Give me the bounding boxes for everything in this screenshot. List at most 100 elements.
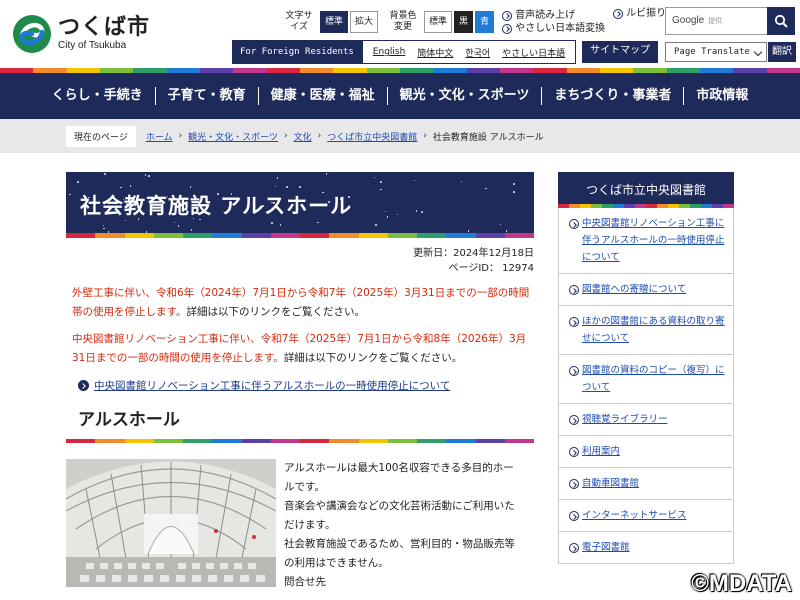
star-dot	[120, 186, 122, 189]
nav-city-info[interactable]: 市政情報	[683, 87, 760, 105]
nav-health[interactable]: 健康・医療・福祉	[257, 87, 387, 105]
updated-date: 更新日：2024年12月18日	[413, 248, 534, 259]
stripe-segment	[558, 204, 569, 208]
sidebar-item-interlibrary[interactable]: ほかの図書館にある資料の取り寄せについて	[559, 306, 733, 355]
stripe-segment	[358, 439, 388, 443]
lang-easy-japanese-link[interactable]: やさしい日本語	[502, 46, 565, 59]
star-dot	[129, 185, 132, 187]
bg-color-blue-button[interactable]: 青	[475, 11, 495, 33]
star-dot	[467, 230, 470, 232]
star-dot	[375, 224, 377, 226]
stripe-segment	[699, 68, 734, 73]
page-title: 社会教育施設 アルスホール	[80, 194, 353, 218]
nav-childcare[interactable]: 子育て・教育	[154, 87, 258, 105]
stripe-segment	[633, 68, 667, 73]
stripe-segment	[504, 233, 534, 238]
star-dot	[380, 188, 382, 191]
nav-tourism[interactable]: 観光・文化・スポーツ	[386, 87, 542, 105]
arrow-circle-icon	[502, 10, 513, 21]
sidebar-item-renovation[interactable]: 中央図書館リノベーション工事に伴うアルスホールの一時使用停止について	[559, 208, 733, 274]
renovation-link[interactable]: 中央図書館リノベーション工事に伴うアルスホールの一時使用停止について	[94, 378, 450, 393]
star-dot	[103, 227, 105, 230]
arrow-circle-icon	[569, 511, 579, 521]
sidebar-item-donation[interactable]: 図書館への寄贈について	[559, 274, 733, 306]
ruby-link[interactable]: ルビ振り	[613, 7, 666, 20]
stripe-segment	[701, 204, 712, 208]
star-dot	[499, 223, 502, 226]
star-dot	[396, 213, 399, 216]
stripe-segment	[183, 233, 213, 238]
sidebar-item-guide[interactable]: 利用案内	[559, 436, 733, 468]
desc-restriction: 社会教育施設であるため、営利目的・物品販売等の利用はできません。	[284, 538, 515, 569]
site-logo[interactable]: つくば市 City of Tsukuba	[12, 14, 150, 54]
star-dot	[421, 211, 423, 213]
breadcrumb-culture[interactable]: 文化	[294, 130, 312, 143]
text-size-large-button[interactable]: 拡大	[350, 11, 379, 33]
chevron-right-icon: ›	[423, 131, 427, 141]
star-dot	[148, 175, 150, 177]
arrow-circle-icon	[78, 380, 89, 391]
title-color-stripe	[66, 233, 534, 238]
bg-color-standard-button[interactable]: 標準	[424, 11, 453, 33]
bg-color-black-button[interactable]: 黒	[454, 11, 474, 33]
arrow-circle-icon	[569, 447, 579, 457]
search-button[interactable]	[767, 7, 795, 35]
sidebar-item-ebook[interactable]: 電子図書館	[559, 532, 733, 564]
stripe-segment	[153, 233, 183, 238]
lang-english-link[interactable]: English	[373, 47, 406, 57]
arrow-circle-icon	[569, 543, 579, 553]
sidebar-item-internet[interactable]: インターネットサービス	[559, 500, 733, 532]
breadcrumb: 現在のページ ホーム › 観光・文化・スポーツ › 文化 › つくば市立中央図書…	[0, 119, 800, 153]
page-meta: 更新日：2024年12月18日 ページID： 12974	[66, 246, 534, 276]
star-dot	[177, 225, 180, 227]
voice-reading-link[interactable]: 音声読み上げ	[502, 9, 605, 22]
hall-info: アルスホールは最大100名収容できる多目的ホールです。 音楽会や講演会などの文化…	[66, 459, 534, 592]
breadcrumb-tourism[interactable]: 観光・文化・スポーツ	[188, 130, 278, 143]
stripe-segment	[124, 233, 154, 238]
stripe-segment	[690, 204, 701, 208]
sidebar-item-bookmobile[interactable]: 自動車図書館	[559, 468, 733, 500]
sidebar-item-copy[interactable]: 図書館の資料のコピー（複写）について	[559, 355, 733, 404]
stripe-segment	[569, 204, 580, 208]
stripe-segment	[433, 68, 467, 73]
star-dot	[505, 230, 507, 232]
notice-exterior-work: 外壁工事に伴い、令和6年（2024年）7月1日から令和7年（2025年）3月31…	[72, 287, 530, 318]
star-dot	[386, 216, 389, 218]
sidebar-item-av-library[interactable]: 視聴覚ライブラリー	[559, 404, 733, 436]
sitemap-button[interactable]: サイトマップ	[582, 41, 659, 63]
desc-usage: 音楽会や講演会などの文化芸術活動にご利用いただけます。	[284, 500, 515, 531]
bg-color-label: 背景色変更	[389, 11, 417, 32]
stripe-segment	[66, 68, 100, 73]
section-heading: アルスホール	[78, 410, 180, 430]
notice-renovation: 中央図書館リノベーション工事に伴い、令和7年（2025年）7月1日から令和8年（…	[72, 333, 527, 364]
stripe-segment	[446, 233, 476, 238]
easy-japanese-link[interactable]: やさしい日本語変換	[502, 22, 605, 35]
stripe-segment	[95, 439, 125, 443]
stripe-segment	[733, 68, 767, 73]
nav-city-planning[interactable]: まちづくり・事業者	[541, 87, 683, 105]
translate-button[interactable]: 翻訳	[768, 42, 796, 62]
site-header: つくば市 City of Tsukuba 文字サイズ 標準 拡大 背景色変更 標…	[0, 0, 800, 68]
desc-capacity: アルスホールは最大100名収容できる多目的ホールです。	[284, 462, 514, 493]
star-dot	[485, 187, 487, 190]
search-input[interactable]: Google 提供	[665, 7, 767, 35]
stripe-segment	[666, 68, 700, 73]
stripe-segment	[199, 68, 234, 73]
nav-living[interactable]: くらし・手続き	[40, 87, 155, 105]
breadcrumb-library[interactable]: つくば市立中央図書館	[327, 130, 417, 143]
stripe-segment	[183, 439, 213, 443]
stripe-segment	[417, 439, 447, 443]
accessibility-tools: 文字サイズ 標準 拡大 背景色変更 標準 黒 青 音声読み上げ やさしい日本語変…	[284, 7, 666, 37]
translate-select[interactable]: Page Translate	[665, 42, 767, 62]
stripe-segment	[212, 439, 242, 443]
star-dot	[144, 174, 147, 176]
breadcrumb-home[interactable]: ホーム	[146, 130, 173, 143]
renovation-link-row: 中央図書館リノベーション工事に伴うアルスホールの一時使用停止について	[66, 378, 534, 393]
lang-chinese-link[interactable]: 簡体中文	[417, 46, 453, 59]
text-size-standard-button[interactable]: 標準	[320, 11, 349, 33]
star-dot	[299, 186, 301, 188]
stripe-segment	[153, 439, 183, 443]
lang-korean-link[interactable]: 한국어	[465, 46, 490, 59]
stripe-segment	[329, 439, 359, 443]
stripe-segment	[646, 204, 657, 208]
